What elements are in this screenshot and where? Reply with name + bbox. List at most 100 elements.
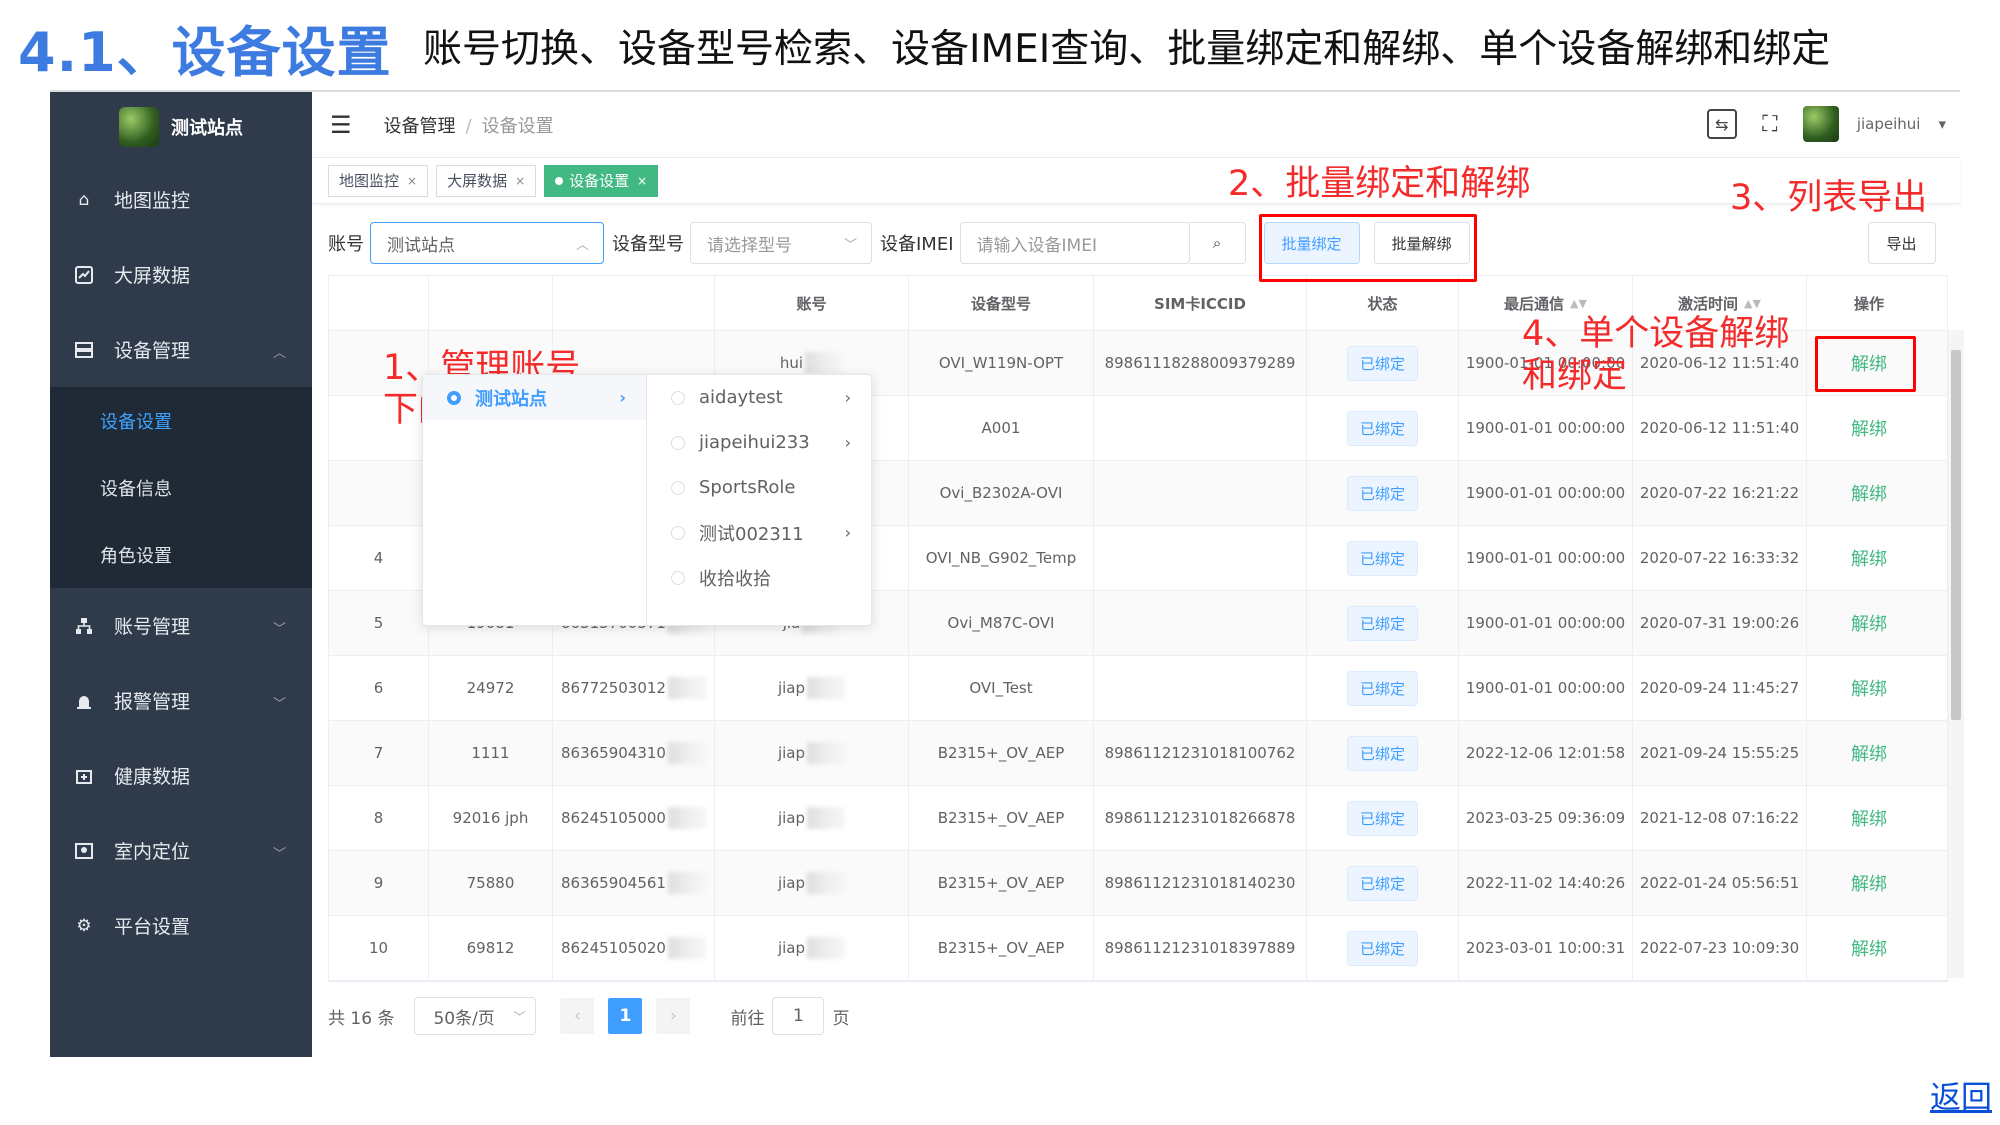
slide-subtitle: 账号切换、设备型号检索、设备IMEI查询、批量绑定和解绑、单个设备解绑和绑定 [423,27,1831,72]
cascader-option[interactable]: 收拾收拾 [647,555,871,600]
tab-map[interactable]: 地图监控 × [328,164,429,197]
cascader-column-root: 测试站点 › [423,375,647,625]
page-size-select[interactable]: 50条/页 ﹀ [414,997,537,1035]
switch-icon[interactable]: ⇆ [1706,109,1737,139]
tab-label: 地图监控 [339,172,400,190]
cascader-option[interactable]: aidaytest › [647,375,871,420]
back-link[interactable]: 返回 [1930,1072,1992,1117]
cell-text: 69812 [466,939,515,957]
cascader-option[interactable]: 测试002311 › [647,510,871,555]
table-cell-iccid [1094,526,1307,590]
table-row[interactable]: 10 69812 86245105020 jiap B2315+_OV_AEP 89861… [329,916,1947,981]
caret-down-icon[interactable]: ▾ [1938,115,1946,133]
model-select[interactable]: 请选择型号 ﹀ [690,222,872,264]
table-cell-act: 2020-07-31 19:00:26 [1633,591,1807,655]
sort-icon[interactable]: ▲▼ [1570,297,1587,310]
fullscreen-icon[interactable]: ⛶ [1755,109,1785,139]
cascader-option[interactable]: SportsRole [647,465,871,510]
export-button[interactable]: 导出 [1867,222,1936,264]
sort-icon[interactable]: ▲▼ [1744,297,1761,310]
sidebar-item-health[interactable]: 健康数据 [50,738,312,813]
total-count: 共 16 条 [328,1008,395,1029]
sidebar-item-bigscreen[interactable]: 大屏数据 [50,237,312,312]
sidebar-item-alarm[interactable]: 报警管理 ﹀ [50,663,312,738]
search-button[interactable]: ⌕ [1189,222,1246,264]
redacted-blur [807,807,846,829]
table-cell-model: B2315+_OV_AEP [909,916,1094,980]
unbind-button[interactable]: 解绑 [1851,870,1887,896]
sidebar-item-platform[interactable]: ⚙ 平台设置 [50,888,312,963]
location-icon [74,841,94,861]
unbind-button[interactable]: 解绑 [1851,935,1887,961]
avatar[interactable] [1802,106,1839,142]
cascader-option[interactable]: 测试站点 › [423,375,646,420]
radio-icon[interactable] [671,525,685,540]
account-select[interactable]: 测试站点 ︿ [370,222,604,264]
sidebar-item-indoor[interactable]: 室内定位 ﹀ [50,813,312,888]
tab-device-settings[interactable]: 设备设置 × [544,164,659,197]
table-cell-last: 1900-01-01 00:00:00 [1459,461,1633,525]
table-cell-last: 1900-01-01 00:00:00 [1459,526,1633,590]
menu-toggle-icon[interactable]: ☰ [330,111,352,139]
status-badge: 已绑定 [1346,605,1418,641]
sidebar-item-label: 室内定位 [114,841,191,863]
table-cell-model: Ovi_M87C-OVI [909,591,1094,655]
table-row[interactable]: 8 92016 jph 86245105000 jiap B2315+_OV_AEP 89… [329,786,1947,851]
radio-icon[interactable] [671,390,685,405]
radio-icon[interactable] [671,570,685,585]
sidebar-item-map[interactable]: ⌂ 地图监控 [50,162,312,237]
table-scrollbar[interactable] [1948,330,1964,978]
breadcrumb-parent[interactable]: 设备管理 [384,116,456,137]
imei-input[interactable]: 请输入设备IMEI [959,222,1190,264]
cell-text: 75880 [466,874,515,892]
tab-bigscreen[interactable]: 大屏数据 × [436,164,537,197]
unbind-button[interactable]: 解绑 [1851,545,1887,571]
goto-suffix: 页 [832,1008,850,1029]
next-page-button[interactable]: › [656,998,691,1034]
table-cell-status: 已绑定 [1307,591,1459,655]
radio-checked-icon[interactable] [447,390,461,405]
redacted-blur [805,352,844,374]
unbind-button[interactable]: 解绑 [1851,480,1887,506]
cascader-option[interactable]: jiapeihui233 › [647,420,871,465]
table-cell-model: OVI_NB_G902_Temp [909,526,1094,590]
username[interactable]: jiapeihui [1857,115,1921,133]
scrollbar-thumb[interactable] [1951,350,1961,720]
close-icon[interactable]: × [515,174,525,188]
table-cell-status: 已绑定 [1307,396,1459,460]
goto-input[interactable]: 1 [772,997,825,1035]
table-row[interactable]: 7 1111 86365904310 jiap B2315+_OV_AEP 8986112… [329,721,1947,786]
unbind-button[interactable]: 解绑 [1851,805,1887,831]
table-cell-acct: jiap [715,656,909,720]
unbind-button[interactable]: 解绑 [1851,610,1887,636]
table-cell-act: 2020-07-22 16:33:32 [1633,526,1807,590]
table-cell-imei: 86365904561 [553,851,715,915]
chevron-right-icon: › [844,523,851,542]
cell-text: jiap [777,874,806,892]
logo[interactable]: 测试站点 [50,92,312,162]
submenu-item-device-settings[interactable]: 设备设置 [50,387,312,454]
radio-icon[interactable] [671,480,685,495]
sidebar-item-device[interactable]: 设备管理 ︿ [50,312,312,387]
sidebar-item-account[interactable]: 账号管理 ﹀ [50,588,312,663]
page-number[interactable]: 1 [608,998,643,1034]
unbind-button[interactable]: 解绑 [1851,740,1887,766]
model-select-placeholder: 请选择型号 [707,235,792,256]
chevron-right-icon: › [844,388,851,407]
table-row[interactable]: 6 24972 86772503012 jiap OVI_Test 已绑定 1900-01-… [329,656,1947,721]
unbind-button[interactable]: 解绑 [1851,675,1887,701]
radio-icon[interactable] [671,435,685,450]
close-icon[interactable]: × [637,174,647,188]
submenu-item-device-info[interactable]: 设备信息 [50,454,312,521]
prev-page-button[interactable]: ‹ [560,998,595,1034]
submenu-item-role-settings[interactable]: 角色设置 [50,521,312,588]
close-icon[interactable]: × [407,174,417,188]
table-row[interactable]: 9 75880 86365904561 jiap B2315+_OV_AEP 898611… [329,851,1947,916]
status-badge: 已绑定 [1346,930,1418,966]
unbind-button[interactable]: 解绑 [1851,415,1887,441]
breadcrumb-separator: / [465,115,472,137]
table-cell-imei: 86245105000 [553,786,715,850]
table-cell-no: 7 [329,721,429,785]
breadcrumb-current: 设备设置 [481,115,554,137]
imei-input-placeholder: 请输入设备IMEI [976,235,1097,256]
